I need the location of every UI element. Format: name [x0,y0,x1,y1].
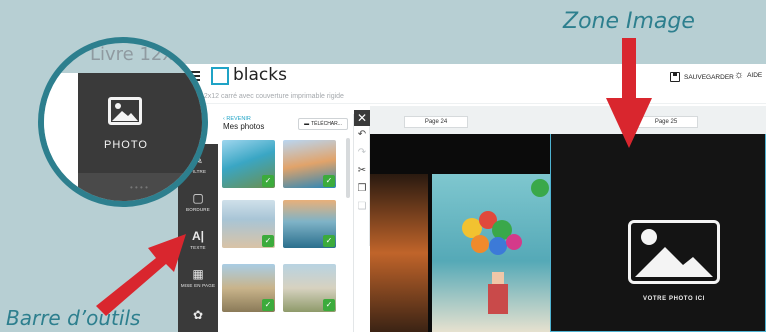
palette-icon: ✿ [192,308,204,322]
photo-panel: ‹ REVENIR Mes photos ▬ TÉLÉCHAR... ✓ ✓ ✓… [218,114,354,332]
save-label: SAUVEGARDER [684,73,734,81]
photo-thumbnail[interactable]: ✓ [222,140,275,188]
copy-icon[interactable]: ❐ [354,180,370,198]
photo-thumbnail[interactable]: ✓ [222,200,275,248]
download-button[interactable]: ▬ TÉLÉCHAR... [298,118,348,130]
arrow-up-right-icon [96,234,186,316]
redo-icon[interactable]: ↷ [354,144,370,162]
panel-scrollbar[interactable] [346,138,350,198]
save-icon [670,72,680,82]
save-button[interactable]: SAUVEGARDER [670,70,734,84]
zoom-panel-edge [44,73,78,201]
help-button[interactable]: ☼ AIDE [734,69,763,81]
layout-icon: ▦ [192,266,204,281]
close-panel-button[interactable]: ✕ [354,110,370,126]
zoom-book-title: Livre 12x [90,44,174,65]
photo-placeholder[interactable] [628,220,720,284]
photo-thumbnail[interactable]: ✓ [283,264,336,312]
photo-thumbnail[interactable]: ✓ [283,140,336,188]
logo-mark [211,67,229,85]
paste-icon[interactable]: ❏ [354,198,370,216]
zoom-photo-label: PHOTO [104,139,148,151]
help-label: AIDE [747,71,763,79]
check-icon: ✓ [323,299,335,311]
book-title-bar: 12x12 carré avec couverture imprimable r… [178,90,766,104]
lightbulb-icon: ☼ [734,69,745,81]
check-icon: ✓ [262,235,274,247]
download-label: TÉLÉCHAR... [311,121,342,127]
book-editor-app: blacks SAUVEGARDER ☼ AIDE 12x12 carré av… [178,64,766,332]
panel-title: Mes photos [223,122,265,131]
annotation-zone-image: Zone Image [563,9,695,34]
check-icon: ✓ [323,175,335,187]
check-icon: ✓ [262,175,274,187]
tool-text-label: TEXTE [190,244,206,250]
page-canvas: Page 24 Page 25 VOTRE PHOTO ICI [370,106,766,332]
undo-icon[interactable]: ↶ [354,126,370,144]
arrow-down-icon [606,38,652,148]
tool-border-label: BORDURE [186,206,210,212]
photo-placeholder-caption: VOTRE PHOTO ICI [643,296,705,302]
top-bar: blacks SAUVEGARDER ☼ AIDE [178,64,766,90]
photo-thumbnail[interactable]: ✓ [283,200,336,248]
edit-rail: ↶ ↷ ✂ ❐ ❏ [354,126,370,246]
check-icon: ✓ [262,299,274,311]
page-24[interactable] [370,134,550,332]
book-title: 12x12 carré avec couverture imprimable r… [200,93,344,100]
image-placeholder-icon [635,229,713,277]
zoom-dots: • • • • [130,183,148,192]
photo-girl-balloons[interactable] [432,174,550,332]
scissors-icon[interactable]: ✂ [354,162,370,180]
check-icon: ✓ [323,235,335,247]
photo-thumbnail[interactable]: ✓ [222,264,275,312]
folder-icon: ▬ [304,121,310,127]
close-icon: ✕ [356,111,368,125]
text-icon: A| [191,228,205,243]
logo-text: blacks [233,65,287,85]
balloons-icon [462,179,549,314]
photo-icon [108,97,142,125]
zoom-callout: Livre 12x PHOTO • • • • [38,37,208,207]
page-label-24[interactable]: Page 24 [404,116,468,128]
photo-night-lights[interactable] [370,174,428,332]
